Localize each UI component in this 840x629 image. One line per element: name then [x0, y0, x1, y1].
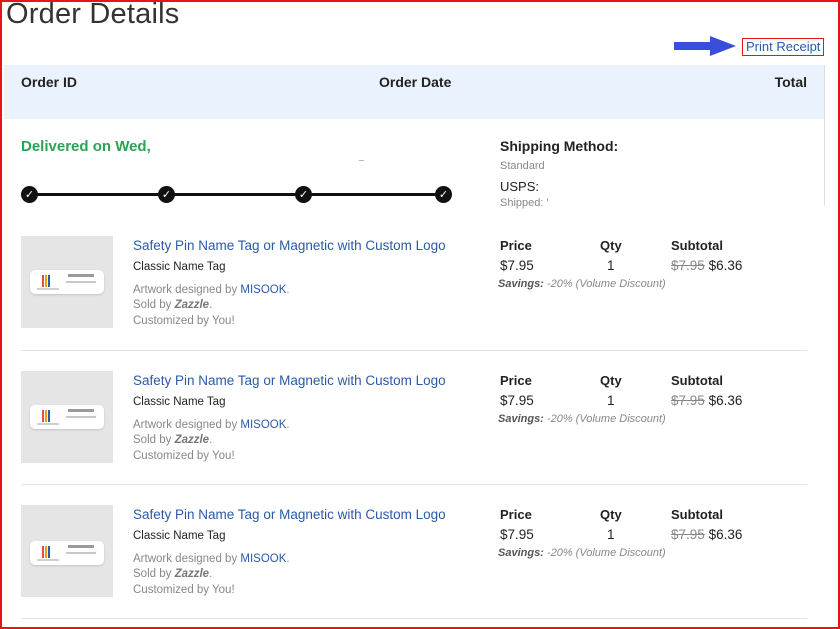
progress-line	[29, 193, 445, 196]
product-thumbnail[interactable]	[21, 371, 113, 463]
logo-bars	[42, 546, 50, 558]
item-divider	[21, 484, 807, 485]
progress-step-1-check-icon: ✓	[21, 186, 38, 203]
delivery-status: Delivered on Wed,	[21, 138, 151, 155]
seller-credit: Sold by Zazzle.	[133, 299, 213, 311]
print-receipt-link[interactable]: Print Receipt	[742, 38, 825, 56]
price-label: Price	[500, 373, 532, 388]
delivery-progress: ✓ ✓ ✓ ✓	[21, 186, 453, 204]
product-type: Classic Name Tag	[133, 530, 226, 542]
shipping-carrier: USPS:	[500, 179, 540, 194]
shipping-method-title: Shipping Method:	[500, 138, 619, 154]
savings-note: Savings: -20% (Volume Discount)	[498, 413, 666, 425]
faint-mark	[359, 160, 364, 161]
discounted-price: $6.36	[708, 393, 743, 408]
product-type: Classic Name Tag	[133, 396, 226, 408]
shipping-method-value: Standard	[500, 160, 545, 172]
progress-step-3-check-icon: ✓	[295, 186, 312, 203]
price-label: Price	[500, 507, 532, 522]
tag-footer-line	[37, 559, 59, 561]
savings-note: Savings: -20% (Volume Discount)	[498, 278, 666, 290]
qty-label: Qty	[600, 507, 622, 522]
seller-credit: Sold by Zazzle.	[133, 568, 213, 580]
seller-name: Zazzle	[174, 434, 210, 446]
order-summary-header: Order ID Order Date Total	[4, 65, 824, 119]
tag-name-line	[68, 274, 94, 277]
qty-value: 1	[607, 393, 615, 408]
order-item: Safety Pin Name Tag or Magnetic with Cus…	[2, 505, 824, 627]
artist-link[interactable]: MISOOK	[240, 553, 286, 565]
arrow-right-icon	[674, 36, 736, 56]
discounted-price: $6.36	[708, 258, 743, 273]
subtotal-label: Subtotal	[671, 507, 723, 522]
name-tag-preview	[30, 405, 104, 429]
tag-footer-line	[37, 288, 59, 290]
product-title-link[interactable]: Safety Pin Name Tag or Magnetic with Cus…	[133, 373, 446, 388]
customized-note: Customized by You!	[133, 315, 235, 327]
tag-subtitle-line	[66, 281, 96, 283]
order-total-label: Total	[774, 74, 807, 90]
subtotal-label: Subtotal	[671, 238, 723, 253]
tag-footer-line	[37, 423, 59, 425]
tag-subtitle-line	[66, 416, 96, 418]
order-item: Safety Pin Name Tag or Magnetic with Cus…	[2, 236, 824, 366]
artist-link[interactable]: MISOOK	[240, 284, 286, 296]
artist-link[interactable]: MISOOK	[240, 419, 286, 431]
original-price: $7.95	[671, 258, 705, 273]
item-divider	[21, 618, 807, 619]
seller-credit: Sold by Zazzle.	[133, 434, 213, 446]
original-price: $7.95	[671, 527, 705, 542]
savings-note: Savings: -20% (Volume Discount)	[498, 547, 666, 559]
artwork-credit: Artwork designed by MISOOK.	[133, 284, 290, 296]
subtotal-value: $7.95 $6.36	[671, 393, 742, 408]
progress-step-2-check-icon: ✓	[158, 186, 175, 203]
tag-subtitle-line	[66, 552, 96, 554]
artwork-credit: Artwork designed by MISOOK.	[133, 553, 290, 565]
product-title-link[interactable]: Safety Pin Name Tag or Magnetic with Cus…	[133, 507, 446, 522]
price-label: Price	[500, 238, 532, 253]
discounted-price: $6.36	[708, 527, 743, 542]
qty-label: Qty	[600, 238, 622, 253]
seller-name: Zazzle	[174, 299, 210, 311]
logo-bars	[42, 275, 50, 287]
tag-name-line	[68, 545, 94, 548]
product-thumbnail[interactable]	[21, 236, 113, 328]
tag-name-line	[68, 409, 94, 412]
price-value: $7.95	[500, 258, 534, 273]
panel-edge	[824, 65, 825, 205]
qty-label: Qty	[600, 373, 622, 388]
product-thumbnail[interactable]	[21, 505, 113, 597]
page-title: Order Details	[6, 0, 180, 30]
name-tag-preview	[30, 541, 104, 565]
order-date-label: Order Date	[379, 74, 452, 90]
progress-step-4-check-icon: ✓	[435, 186, 452, 203]
subtotal-value: $7.95 $6.36	[671, 527, 742, 542]
order-item: Safety Pin Name Tag or Magnetic with Cus…	[2, 371, 824, 501]
name-tag-preview	[30, 270, 104, 294]
order-id-label: Order ID	[21, 74, 78, 90]
subtotal-label: Subtotal	[671, 373, 723, 388]
customized-note: Customized by You!	[133, 450, 235, 462]
price-value: $7.95	[500, 393, 534, 408]
item-divider	[21, 350, 807, 351]
subtotal-value: $7.95 $6.36	[671, 258, 742, 273]
qty-value: 1	[607, 527, 615, 542]
page-frame: Order Details Print Receipt Order ID Ord…	[0, 0, 840, 629]
customized-note: Customized by You!	[133, 584, 235, 596]
shipped-info: Shipped: '	[500, 197, 549, 209]
product-type: Classic Name Tag	[133, 261, 226, 273]
product-title-link[interactable]: Safety Pin Name Tag or Magnetic with Cus…	[133, 238, 446, 253]
logo-bars	[42, 410, 50, 422]
price-value: $7.95	[500, 527, 534, 542]
original-price: $7.95	[671, 393, 705, 408]
artwork-credit: Artwork designed by MISOOK.	[133, 419, 290, 431]
seller-name: Zazzle	[174, 568, 210, 580]
qty-value: 1	[607, 258, 615, 273]
